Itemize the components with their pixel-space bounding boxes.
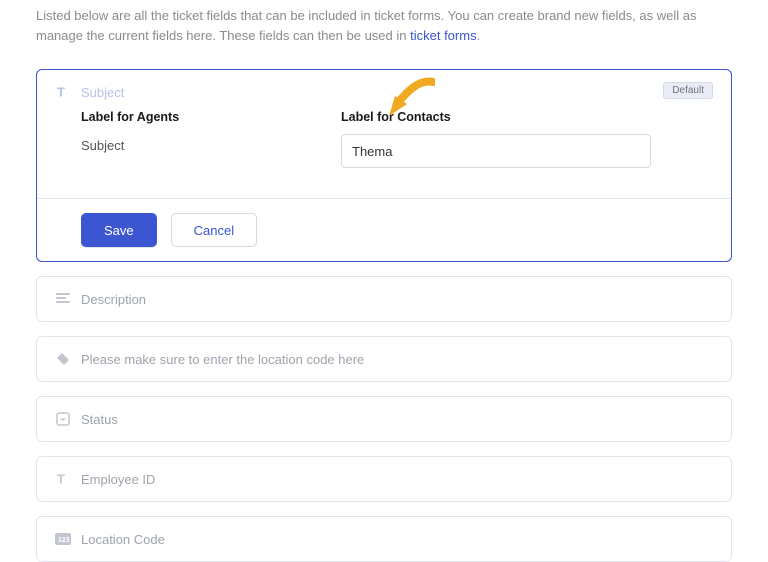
- card-footer: Save Cancel: [37, 198, 731, 261]
- text-field-icon: T: [55, 471, 71, 487]
- field-card-location-note[interactable]: Please make sure to enter the location c…: [36, 336, 732, 382]
- label-for-agents-col: Label for Agents Subject: [81, 110, 281, 168]
- save-button[interactable]: Save: [81, 213, 157, 247]
- field-row: Label for Agents Subject Label for Conta…: [37, 104, 731, 168]
- svg-text:123: 123: [58, 537, 70, 544]
- field-title: Please make sure to enter the location c…: [81, 352, 364, 367]
- label-for-contacts-col: Label for Contacts: [341, 110, 651, 168]
- label-for-contacts-heading: Label for Contacts: [341, 110, 651, 124]
- field-card-description[interactable]: Description: [36, 276, 732, 322]
- svg-text:T: T: [57, 85, 65, 99]
- field-card-employee-id[interactable]: T Employee ID: [36, 456, 732, 502]
- field-title: Employee ID: [81, 472, 155, 487]
- dropdown-icon: [55, 411, 71, 427]
- default-badge: Default: [663, 82, 713, 99]
- field-title: Subject: [81, 85, 124, 100]
- svg-text:T: T: [57, 472, 65, 486]
- field-card-subject[interactable]: T Subject Default Label for Agents Subje…: [36, 69, 732, 262]
- fields-container: T Subject Default Label for Agents Subje…: [0, 51, 768, 562]
- field-title: Status: [81, 412, 118, 427]
- cancel-button[interactable]: Cancel: [171, 213, 257, 247]
- field-card-status[interactable]: Status: [36, 396, 732, 442]
- intro-text: Listed below are all the ticket fields t…: [0, 0, 768, 51]
- field-card-header: T Subject Default: [37, 70, 731, 104]
- ticket-forms-link[interactable]: ticket forms: [410, 28, 476, 43]
- tag-icon: [55, 351, 71, 367]
- number-icon: 123: [55, 531, 71, 547]
- intro-before: Listed below are all the ticket fields t…: [36, 8, 696, 43]
- field-title: Description: [81, 292, 146, 307]
- intro-after: .: [477, 28, 481, 43]
- align-left-icon: [55, 291, 71, 307]
- field-card-location-code[interactable]: 123 Location Code: [36, 516, 732, 562]
- label-for-contacts-input[interactable]: [341, 134, 651, 168]
- label-for-agents-value: Subject: [81, 134, 281, 153]
- label-for-agents-heading: Label for Agents: [81, 110, 281, 124]
- text-field-icon: T: [55, 84, 71, 100]
